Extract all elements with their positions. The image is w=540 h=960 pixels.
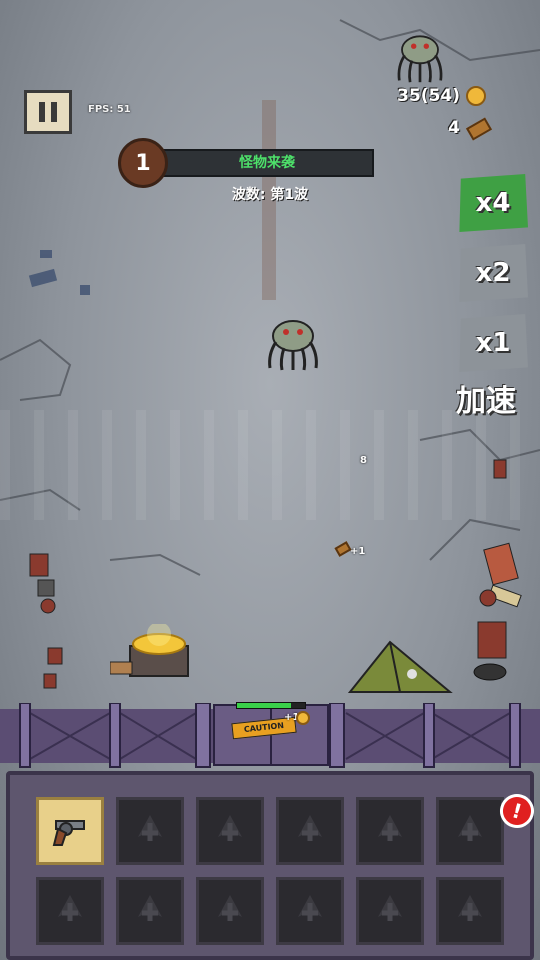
inventory-slot[interactable] xyxy=(196,877,264,945)
inventory-slot[interactable] xyxy=(116,877,184,945)
locked-icon xyxy=(458,895,482,921)
revolver-icon xyxy=(52,820,85,846)
inventory-slot[interactable] xyxy=(436,797,504,865)
gate-coin-icon xyxy=(296,711,310,725)
wood-count: 4 xyxy=(448,118,460,138)
debris-right xyxy=(473,459,522,681)
inventory-slot[interactable] xyxy=(276,797,344,865)
coin-count: 35(54) xyxy=(397,86,460,106)
locked-icon xyxy=(58,895,82,921)
fog-stripes xyxy=(0,410,540,520)
spider-monster-icon xyxy=(397,35,443,83)
inventory-slot[interactable] xyxy=(36,797,104,865)
locked-icon xyxy=(218,895,242,921)
pause-icon xyxy=(39,102,45,122)
locked-icon xyxy=(378,895,402,921)
fps-counter: FPS: 51 xyxy=(88,104,131,115)
locked-icon xyxy=(138,815,162,841)
speed-x2-button[interactable]: x2 xyxy=(459,244,528,302)
inventory-slot[interactable] xyxy=(356,877,424,945)
inventory-slot[interactable] xyxy=(196,797,264,865)
locked-icon xyxy=(378,815,402,841)
pause-button[interactable] xyxy=(24,90,72,134)
damage-number: 8 xyxy=(360,455,367,466)
speed-label: 加速 xyxy=(456,384,516,419)
wave-label: 波数: 第1波 xyxy=(231,187,309,203)
wood-pickup-label: +1 xyxy=(350,546,366,557)
gate-hp-bar xyxy=(236,702,306,709)
spider-monster[interactable] xyxy=(262,312,324,372)
coin-icon xyxy=(466,86,486,106)
defense-fence xyxy=(0,703,540,768)
locked-icon xyxy=(138,895,162,921)
caution-text: CAUTION xyxy=(243,720,285,735)
speed-x1-button[interactable]: x1 xyxy=(459,314,528,372)
wave-title-bar: 怪物来袭 xyxy=(160,149,374,177)
inventory-slot[interactable] xyxy=(436,877,504,945)
gold-cart[interactable] xyxy=(110,624,210,684)
speed-x4-button[interactable]: x4 xyxy=(459,174,528,232)
inventory-slot[interactable] xyxy=(276,877,344,945)
inventory-slot[interactable] xyxy=(116,797,184,865)
game-stage: FPS: 51 怪物来袭 1 波数: 第1波 35(54) 4 x4 x2 x1… xyxy=(0,0,540,960)
camp-tent xyxy=(347,640,453,693)
inventory-slot[interactable] xyxy=(36,877,104,945)
locked-icon xyxy=(218,815,242,841)
wave-number-badge: 1 xyxy=(118,138,168,188)
gate-hp-fill xyxy=(237,703,292,708)
inventory-panel xyxy=(6,771,534,960)
locked-icon xyxy=(298,815,322,841)
inventory-slot[interactable] xyxy=(356,797,424,865)
locked-icon xyxy=(458,815,482,841)
debris-left xyxy=(29,553,63,689)
locked-icon xyxy=(298,895,322,921)
